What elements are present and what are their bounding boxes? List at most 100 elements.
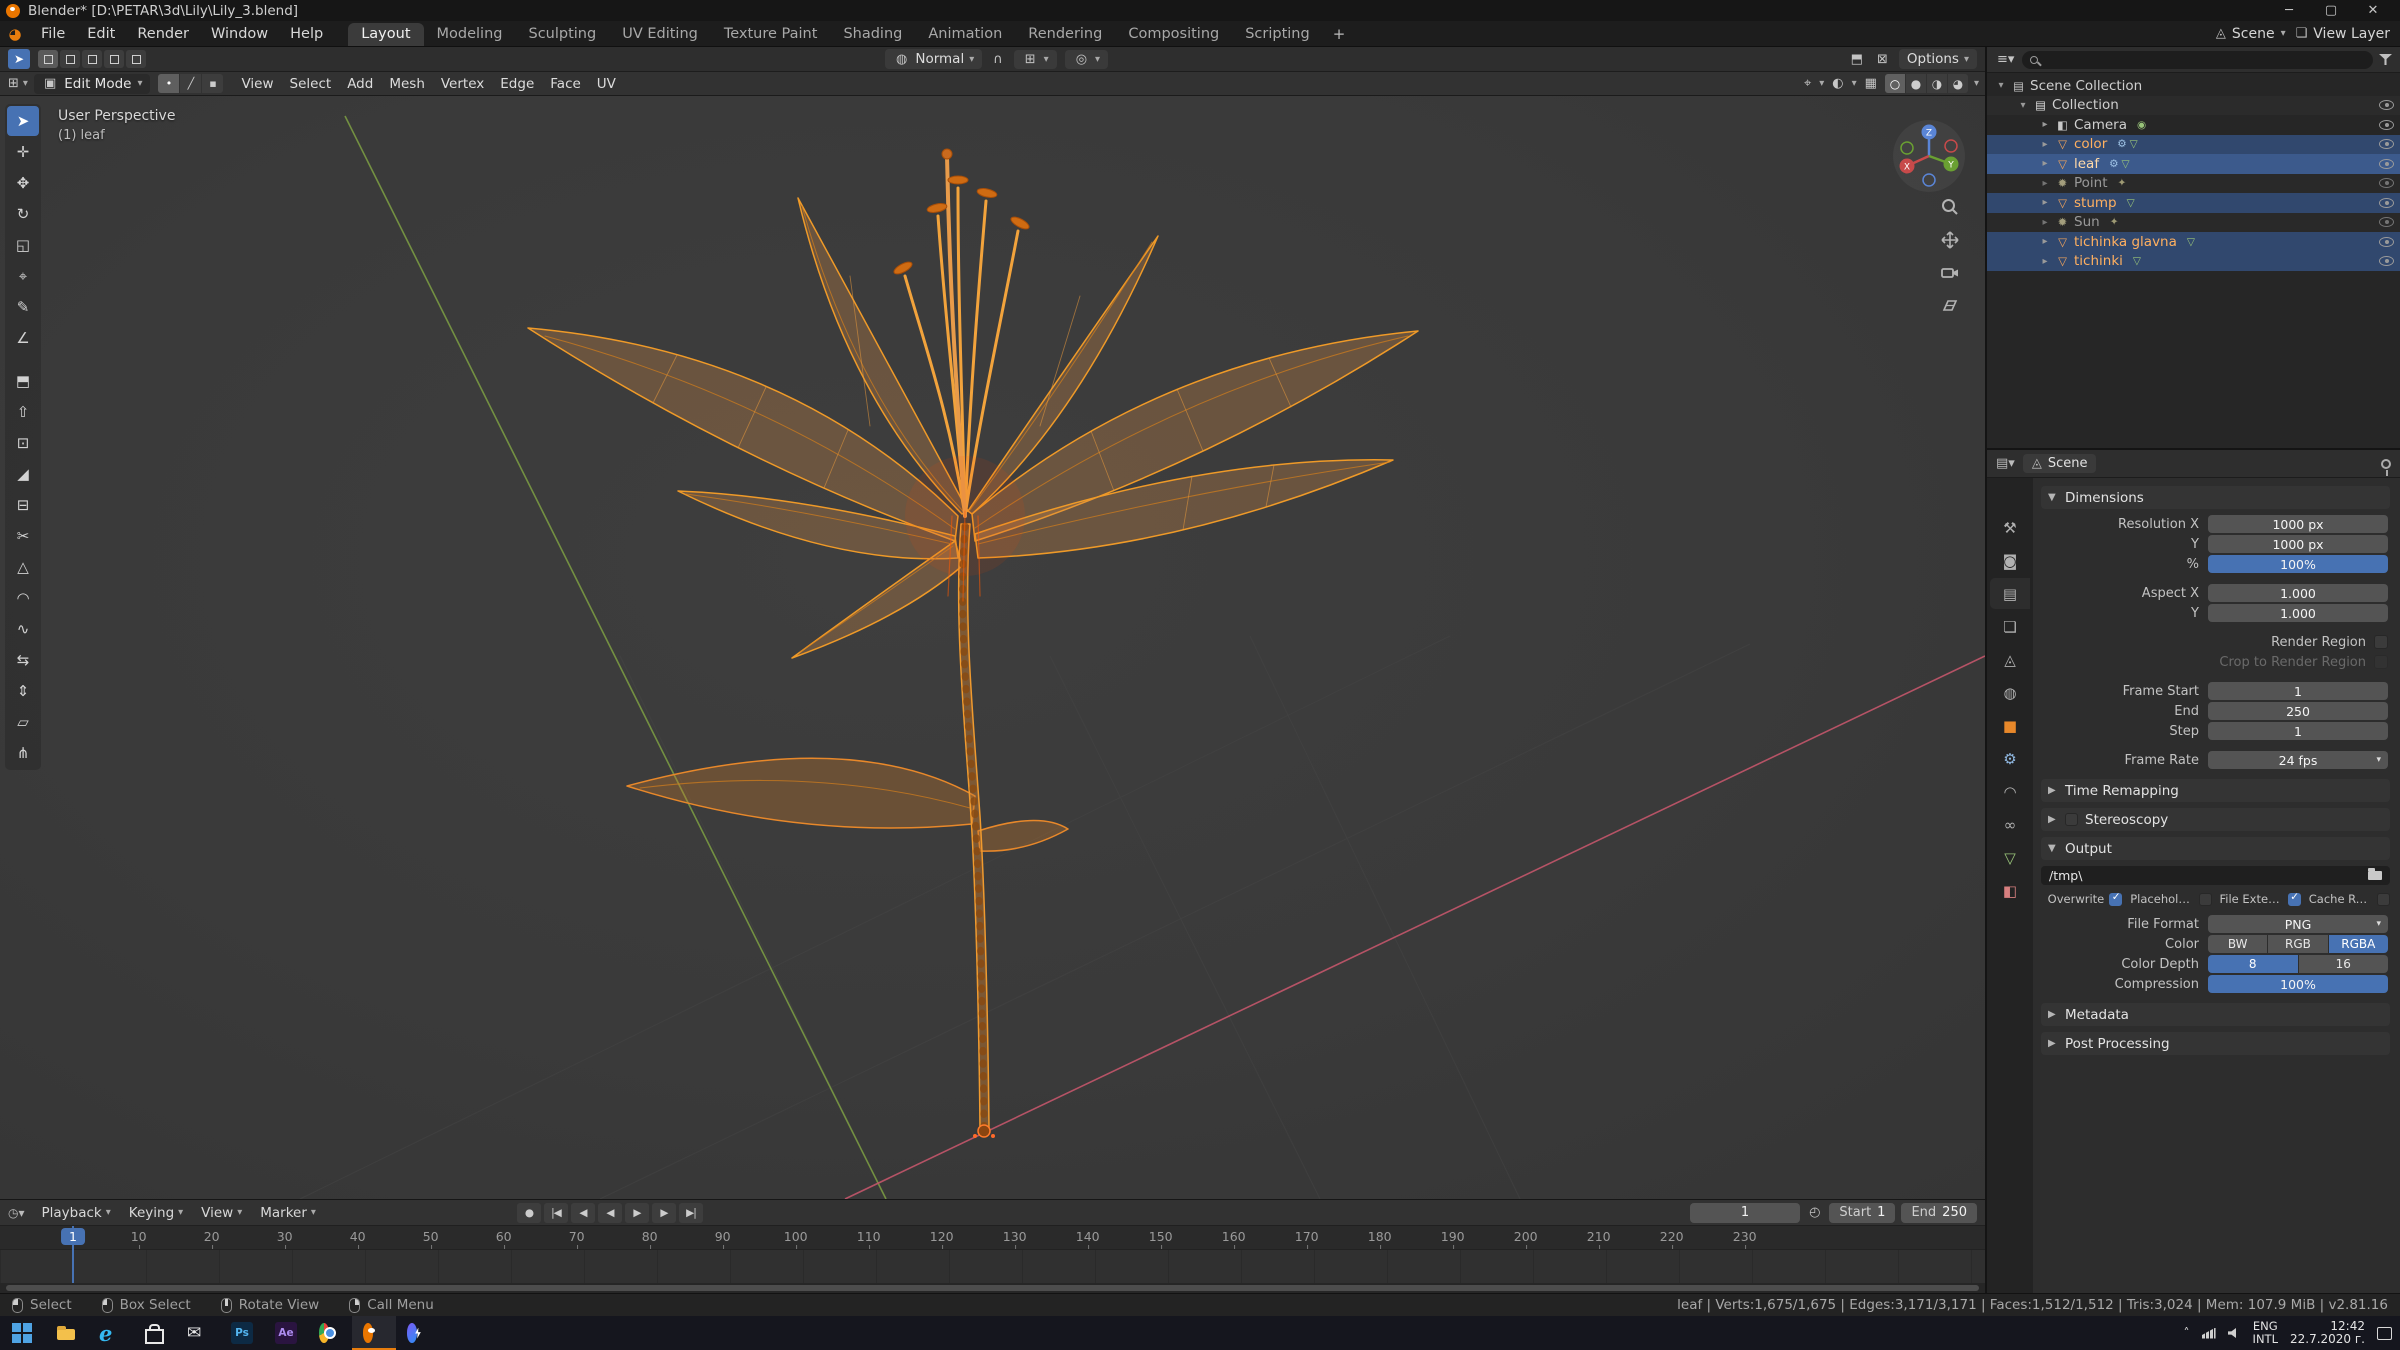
transport-next-keyframe[interactable]: ▶ bbox=[651, 1202, 676, 1223]
mesh-data-icon[interactable] bbox=[2187, 236, 2195, 248]
transport-play-reverse[interactable]: ◀ bbox=[597, 1202, 622, 1223]
object-name[interactable]: Collection bbox=[2052, 97, 2119, 113]
viewport-menu[interactable]: Select bbox=[282, 76, 340, 92]
outliner-row[interactable]: Camera bbox=[1987, 115, 2400, 135]
output-checkbox[interactable]: Cache Result bbox=[2309, 892, 2390, 906]
panel-header-output[interactable]: ▼ Output bbox=[2041, 837, 2390, 860]
eye-icon[interactable] bbox=[2379, 100, 2394, 111]
disclosure-triangle-icon[interactable] bbox=[2017, 100, 2029, 111]
edge-select-button[interactable]: ╱ bbox=[180, 74, 202, 93]
outliner-editor-icon[interactable]: ≡▾ bbox=[1995, 52, 2016, 67]
panel-header-metadata[interactable]: ▶ Metadata bbox=[2041, 1003, 2390, 1026]
taskbar-app-file-explorer[interactable] bbox=[44, 1316, 88, 1350]
select-mode-extend-button[interactable] bbox=[60, 50, 80, 68]
viewport-menu[interactable]: Add bbox=[339, 76, 381, 92]
show-overlays-icon[interactable]: ◐ bbox=[1830, 76, 1845, 91]
tool-move[interactable]: ✥ bbox=[7, 168, 39, 198]
properties-tab-constraints[interactable]: ∞ bbox=[1990, 809, 2030, 840]
viewport-menu[interactable]: Mesh bbox=[381, 76, 433, 92]
tray-expand-icon[interactable]: ˄ bbox=[2184, 1326, 2190, 1340]
proportional-edit-dropdown[interactable]: ◎ ▾ bbox=[1064, 49, 1109, 69]
object-name[interactable]: tichinka glavna bbox=[2074, 234, 2177, 250]
workspace-tab[interactable]: UV Editing bbox=[609, 23, 711, 46]
mesh-data-icon[interactable] bbox=[2122, 158, 2130, 170]
viewport-menu[interactable]: Vertex bbox=[433, 76, 492, 92]
value-field[interactable]: 1000 px ▾ bbox=[2208, 515, 2388, 533]
value-field[interactable]: 1.000 ▾ bbox=[2208, 604, 2388, 622]
disclosure-triangle-icon[interactable] bbox=[2039, 158, 2051, 169]
mesh-data-icon[interactable] bbox=[2127, 197, 2135, 209]
menu[interactable]: Render bbox=[126, 21, 200, 46]
timeline-track-area[interactable]: 10 20 30 40 50 60 70 80 90 100 110 120 130 140 150 160 1… bbox=[0, 1226, 1985, 1293]
tool-annotate[interactable]: ✎ bbox=[7, 292, 39, 322]
viewport-menu[interactable]: View bbox=[233, 76, 281, 92]
object-name[interactable]: Point bbox=[2074, 175, 2108, 191]
outliner-row[interactable]: stump bbox=[1987, 193, 2400, 213]
notification-center-icon[interactable] bbox=[2377, 1326, 2392, 1340]
menu[interactable]: Edit bbox=[76, 21, 126, 46]
disclosure-triangle-icon[interactable] bbox=[1995, 80, 2007, 91]
value-field[interactable]: 250 ▾ bbox=[2208, 702, 2388, 720]
outliner-row[interactable]: tichinki bbox=[1987, 251, 2400, 271]
light-data-icon[interactable] bbox=[2110, 216, 2119, 228]
value-field[interactable]: 24 fps ▾ bbox=[2208, 751, 2388, 769]
disclosure-triangle-icon[interactable] bbox=[2039, 197, 2051, 208]
workspace-tab[interactable]: Animation bbox=[915, 23, 1015, 46]
tool-scale[interactable]: ◱ bbox=[7, 230, 39, 260]
vertex-select-button[interactable]: • bbox=[158, 74, 180, 93]
select-mode-subtract-button[interactable] bbox=[82, 50, 102, 68]
tool-loop-cut[interactable]: ⊟ bbox=[7, 490, 39, 520]
outliner-row[interactable]: Scene Collection bbox=[1987, 76, 2400, 96]
tool-rotate[interactable]: ↻ bbox=[7, 199, 39, 229]
mesh-data-icon[interactable] bbox=[2130, 138, 2138, 150]
tool-inset-faces[interactable]: ⊡ bbox=[7, 428, 39, 458]
workspace-tab[interactable]: Scripting bbox=[1232, 23, 1322, 46]
tool-extrude-region[interactable]: ⇧ bbox=[7, 397, 39, 427]
value-field[interactable]: 1000 px ▾ bbox=[2208, 535, 2388, 553]
shading-material-button[interactable]: ◑ bbox=[1926, 74, 1947, 93]
panel-header-stereoscopy[interactable]: ▶ Stereoscopy bbox=[2041, 808, 2390, 831]
xray-toggle-icon[interactable]: ▦ bbox=[1863, 76, 1879, 91]
scrollbar-handle[interactable] bbox=[6, 1285, 1979, 1291]
eye-icon[interactable] bbox=[2379, 236, 2394, 247]
outliner-row[interactable]: Collection bbox=[1987, 96, 2400, 116]
language-indicator[interactable]: ENG INTL bbox=[2253, 1320, 2278, 1346]
workspace-tab[interactable]: Compositing bbox=[1115, 23, 1232, 46]
compression-slider[interactable]: 100% bbox=[2208, 975, 2388, 993]
properties-tab-object-data[interactable]: ▽ bbox=[1990, 842, 2030, 873]
menu[interactable]: Window bbox=[200, 21, 279, 46]
menu[interactable]: Help bbox=[279, 21, 334, 46]
face-select-button[interactable]: ▪ bbox=[202, 74, 224, 93]
current-frame-field[interactable]: 1 bbox=[1690, 1202, 1801, 1223]
properties-tab-modifiers[interactable]: ⚙ bbox=[1990, 743, 2030, 774]
color-depth-option-button[interactable]: 16 bbox=[2298, 955, 2388, 973]
shading-solid-button[interactable]: ● bbox=[1905, 74, 1926, 93]
file-format-dropdown[interactable]: PNG ▾ bbox=[2208, 915, 2388, 933]
object-name[interactable]: color bbox=[2074, 136, 2107, 152]
taskbar-app-store[interactable] bbox=[132, 1316, 176, 1350]
tool-select-box[interactable]: ➤ bbox=[7, 106, 39, 136]
eye-icon[interactable] bbox=[2379, 158, 2394, 169]
playhead-frame-badge[interactable]: 1 bbox=[61, 1228, 85, 1245]
blender-logo-icon[interactable] bbox=[6, 3, 20, 18]
object-name[interactable]: leaf bbox=[2074, 156, 2099, 172]
disclosure-triangle-icon[interactable] bbox=[2039, 139, 2051, 150]
transport-play[interactable]: ▶ bbox=[624, 1202, 649, 1223]
viewport-menu[interactable]: UV bbox=[589, 76, 624, 92]
outliner-row[interactable]: tichinka glavna bbox=[1987, 232, 2400, 252]
options-dropdown[interactable]: Options ▾ bbox=[1898, 49, 1977, 69]
transport-jump-start[interactable]: |◀ bbox=[543, 1202, 568, 1223]
tool-smooth[interactable]: ∿ bbox=[7, 614, 39, 644]
transform-orientation-dropdown[interactable]: ◍ Normal ▾ bbox=[885, 49, 983, 69]
properties-tab-material[interactable]: ◧ bbox=[1990, 875, 2030, 906]
active-tool-icon[interactable]: ➤ bbox=[8, 49, 30, 69]
properties-tab-object[interactable]: ■ bbox=[1990, 710, 2030, 741]
scene-selector[interactable]: ◬ Scene ▾ bbox=[2216, 26, 2286, 42]
checkbox[interactable] bbox=[2109, 891, 2123, 906]
camera-view-icon[interactable] bbox=[1939, 262, 1961, 284]
outliner-row[interactable]: leaf bbox=[1987, 154, 2400, 174]
frame-end-field[interactable]: End 250 bbox=[1901, 1202, 1977, 1223]
color-option-button[interactable]: RGBA bbox=[2328, 935, 2388, 953]
maximize-button[interactable]: ▢ bbox=[2310, 3, 2352, 18]
tool-bevel[interactable]: ◢ bbox=[7, 459, 39, 489]
